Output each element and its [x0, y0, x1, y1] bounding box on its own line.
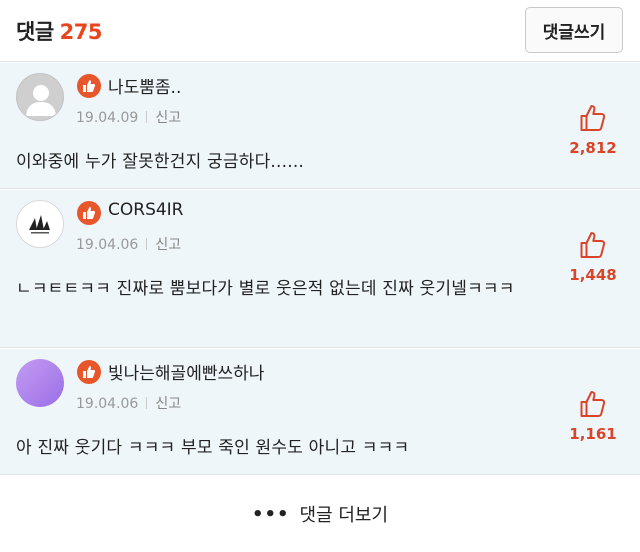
comment-date: 19.04.06 — [76, 237, 139, 253]
comment-item: 빛나는해골에빤쓰하나 19.04.06 신고 아 진짜 웃기다 ㅋㅋㅋ 부모 죽인… — [0, 349, 640, 475]
like-button[interactable]: 2,812 — [560, 103, 626, 157]
like-count: 1,448 — [569, 266, 617, 284]
like-button[interactable]: 1,161 — [560, 389, 626, 443]
avatar[interactable] — [16, 200, 64, 248]
more-comments-label: 댓글 더보기 — [299, 505, 389, 526]
comment-text: ㄴㅋㅌㅌㅋㅋ 진짜로 뿜보다가 별로 웃은적 없는데 진짜 웃기넬ㅋㅋㅋ — [16, 279, 515, 299]
level-badge-icon — [77, 360, 101, 384]
more-comments-button[interactable]: ••• 댓글 더보기 — [0, 476, 640, 552]
comments-header: 댓글 275 댓글쓰기 — [0, 0, 640, 62]
comments-title-label: 댓글 — [16, 20, 54, 44]
avatar[interactable] — [16, 73, 64, 121]
level-badge-icon — [77, 74, 101, 98]
avatar[interactable] — [16, 359, 64, 407]
like-count: 2,812 — [569, 139, 617, 157]
divider — [146, 238, 148, 250]
comment-nickname[interactable]: 나도뿜좀.. — [108, 73, 181, 98]
report-link[interactable]: 신고 — [155, 237, 181, 253]
thumbs-up-icon — [580, 105, 606, 131]
divider — [146, 397, 148, 409]
comment-meta: 19.04.06 신고 — [76, 234, 181, 254]
sail-logo-icon — [29, 215, 50, 234]
level-badge-icon — [77, 201, 101, 225]
thumbs-up-icon — [580, 391, 606, 417]
comment-meta: 19.04.06 신고 — [76, 393, 181, 413]
write-comment-button[interactable]: 댓글쓰기 — [525, 7, 623, 53]
comment-nickname[interactable]: CORS4IR — [108, 200, 184, 220]
comment-date: 19.04.06 — [76, 396, 139, 412]
comments-title: 댓글 275 — [16, 16, 102, 46]
comment-text: 아 진짜 웃기다 ㅋㅋㅋ 부모 죽인 원수도 아니고 ㅋㅋㅋ — [16, 438, 410, 458]
like-count: 1,161 — [569, 425, 617, 443]
default-profile-icon — [26, 85, 56, 116]
thumbs-up-icon — [580, 232, 606, 258]
divider — [146, 111, 148, 123]
like-button[interactable]: 1,448 — [560, 230, 626, 284]
comment-text: 이와중에 누가 잘못한건지 궁금하다...... — [16, 152, 305, 172]
comment-item: 나도뿜좀.. 19.04.09 신고 이와중에 누가 잘못한건지 궁금하다....… — [0, 63, 640, 189]
comment-item: CORS4IR 19.04.06 신고 ㄴㅋㅌㅌㅋㅋ 진짜로 뿜보다가 별로 웃은… — [0, 190, 640, 348]
comment-meta: 19.04.09 신고 — [76, 107, 181, 127]
more-dots-icon: ••• — [251, 503, 290, 525]
comment-count: 275 — [59, 20, 103, 44]
comment-nickname[interactable]: 빛나는해골에빤쓰하나 — [108, 359, 264, 384]
comment-date: 19.04.09 — [76, 110, 139, 126]
report-link[interactable]: 신고 — [155, 110, 181, 126]
report-link[interactable]: 신고 — [155, 396, 181, 412]
